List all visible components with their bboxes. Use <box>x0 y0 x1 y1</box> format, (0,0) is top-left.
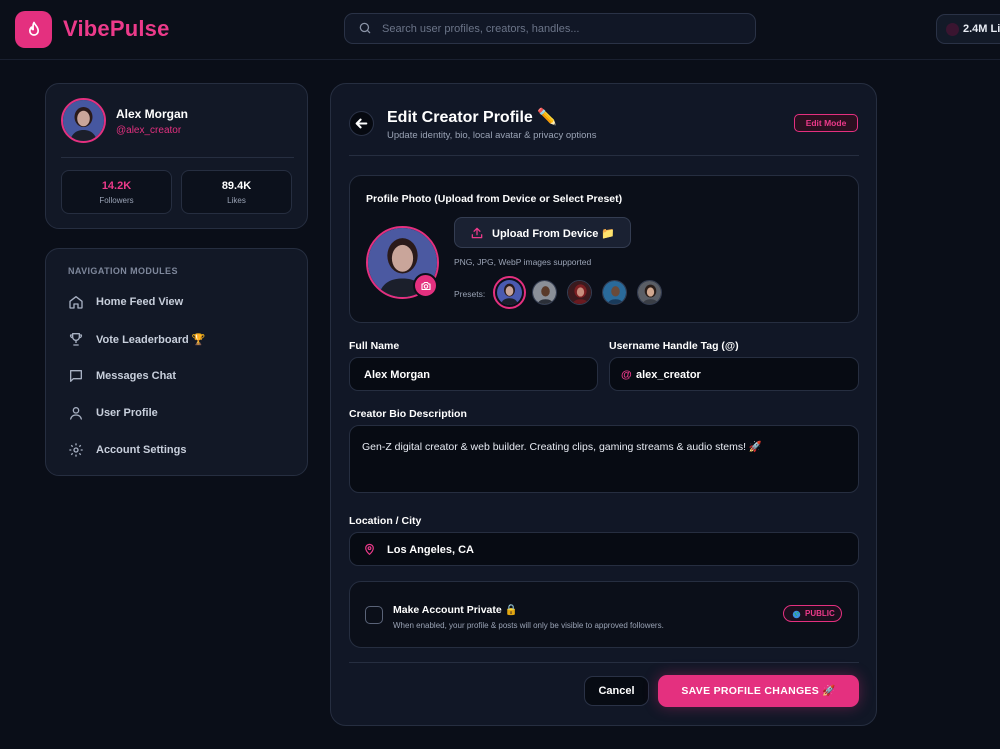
brand-name[interactable]: VibePulse <box>63 16 170 42</box>
preset-avatar-3[interactable] <box>567 280 592 305</box>
camera-button[interactable] <box>413 273 438 298</box>
location-value: Los Angeles, CA <box>387 544 474 556</box>
full-name-value: Alex Morgan <box>364 369 431 381</box>
gear-icon <box>68 442 84 458</box>
private-account-title: Make Account Private 🔒 <box>393 604 518 616</box>
preset-avatar-5[interactable] <box>637 280 662 305</box>
profile-name: Alex Morgan <box>116 107 189 121</box>
followers-count: 14.2K <box>101 180 132 192</box>
likes-label: Likes <box>227 196 246 205</box>
upload-from-device-button[interactable]: Upload From Device 📁 <box>454 217 631 248</box>
bio-label: Creator Bio Description <box>349 408 467 420</box>
followers-label: Followers <box>99 196 134 205</box>
photo-section-title: Profile Photo (Upload from Device or Sel… <box>366 193 623 205</box>
private-account-description: When enabled, your profile & posts will … <box>393 621 664 630</box>
profile-photo-section: Profile Photo (Upload from Device or Sel… <box>349 175 859 323</box>
top-bar: VibePulse 2.4M Li <box>0 0 1000 60</box>
logo-flame-icon[interactable] <box>15 11 52 48</box>
edit-mode-badge: Edit Mode <box>794 114 858 132</box>
username-value: alex_creator <box>636 369 701 381</box>
search-icon <box>358 21 372 40</box>
at-sign-icon: @ <box>621 369 632 381</box>
preset-avatar-1[interactable] <box>493 276 526 309</box>
nav-item-messages[interactable]: Messages Chat <box>68 364 288 388</box>
divider <box>349 155 859 156</box>
likes-count: 89.4K <box>221 180 252 192</box>
edit-profile-panel: Edit Creator Profile ✏️ Update identity,… <box>330 83 877 726</box>
nav-item-label: Account Settings <box>96 444 187 456</box>
nav-item-home[interactable]: Home Feed View <box>68 290 288 314</box>
preset-avatar-4[interactable] <box>602 280 627 305</box>
private-account-checkbox[interactable] <box>365 606 383 624</box>
live-count: 2.4M Li <box>963 23 1000 35</box>
map-pin-icon <box>363 543 376 561</box>
live-dot-icon <box>946 23 959 36</box>
username-label: Username Handle Tag (@) <box>609 340 739 352</box>
nav-item-label: Vote Leaderboard 🏆 <box>96 334 206 346</box>
search-input[interactable] <box>382 14 742 43</box>
search-bar[interactable] <box>344 13 756 44</box>
username-field[interactable]: @ alex_creator <box>609 357 859 391</box>
preset-avatar-2[interactable] <box>532 280 557 305</box>
followers-stat[interactable]: 14.2K Followers <box>61 170 172 214</box>
page-subtitle: Update identity, bio, local avatar & pri… <box>387 130 597 141</box>
nav-item-profile[interactable]: User Profile <box>68 401 288 425</box>
divider <box>61 157 294 158</box>
presets-label: Presets: <box>454 289 486 299</box>
bio-textarea[interactable]: Gen-Z digital creator & web builder. Cre… <box>349 425 859 493</box>
camera-icon <box>420 281 431 290</box>
nav-item-settings[interactable]: Account Settings <box>68 438 288 462</box>
nav-section-title: NAVIGATION MODULES <box>68 266 178 276</box>
privacy-section: Make Account Private 🔒 When enabled, you… <box>349 581 859 648</box>
back-button[interactable] <box>349 111 374 136</box>
location-label: Location / City <box>349 515 422 527</box>
save-profile-button[interactable]: SAVE PROFILE CHANGES 🚀 <box>658 675 859 707</box>
navigation-card: NAVIGATION MODULES Home Feed View Vote L… <box>45 248 308 476</box>
trophy-icon <box>68 331 84 347</box>
bio-value: Gen-Z digital creator & web builder. Cre… <box>362 441 762 453</box>
nav-item-label: User Profile <box>96 407 158 419</box>
visibility-status-badge: PUBLIC <box>783 605 842 622</box>
upload-icon <box>470 226 484 245</box>
full-name-label: Full Name <box>349 340 400 352</box>
location-field[interactable]: Los Angeles, CA <box>349 532 859 566</box>
supported-formats-text: PNG, JPG, WebP images supported <box>454 257 592 267</box>
likes-stat[interactable]: 89.4K Likes <box>181 170 292 214</box>
globe-icon <box>792 610 801 621</box>
cancel-button[interactable]: Cancel <box>584 676 649 706</box>
page-title: Edit Creator Profile ✏️ <box>387 109 558 126</box>
profile-handle: @alex_creator <box>116 125 182 136</box>
divider <box>349 662 859 663</box>
visibility-status-text: PUBLIC <box>805 609 835 618</box>
nav-item-label: Messages Chat <box>96 370 177 382</box>
nav-item-label: Home Feed View <box>96 296 184 308</box>
user-icon <box>68 405 84 421</box>
nav-item-leaderboard[interactable]: Vote Leaderboard 🏆 <box>68 327 288 351</box>
full-name-field[interactable]: Alex Morgan <box>349 357 598 391</box>
avatar[interactable] <box>61 98 106 143</box>
profile-summary-card: Alex Morgan @alex_creator 14.2K Follower… <box>45 83 308 229</box>
live-count-pill[interactable]: 2.4M Li <box>936 14 1000 44</box>
upload-button-label: Upload From Device 📁 <box>492 228 616 240</box>
message-icon <box>68 368 84 384</box>
home-icon <box>68 294 84 310</box>
